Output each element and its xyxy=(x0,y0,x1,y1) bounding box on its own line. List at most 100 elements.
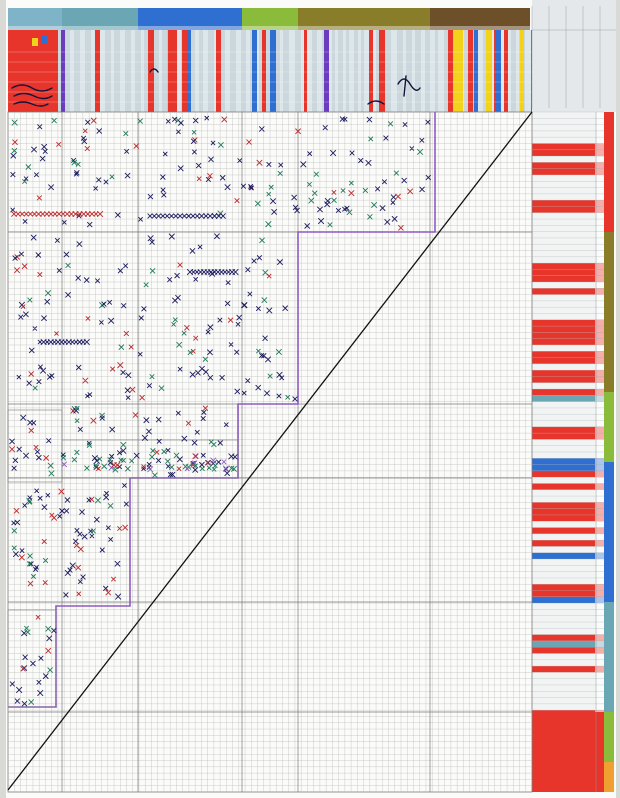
row-value-cell xyxy=(595,395,604,402)
header-column xyxy=(65,30,70,112)
row-value-cell xyxy=(595,584,604,591)
row-value-cell xyxy=(595,294,604,301)
row-label-cell xyxy=(532,546,604,553)
row-label-cell xyxy=(532,288,604,295)
header-column xyxy=(276,30,280,112)
header-highlight-column xyxy=(455,30,463,112)
row-label-cell xyxy=(532,458,604,465)
row-value-cell xyxy=(595,414,604,421)
row-value-cell xyxy=(595,124,604,131)
row-value-cell xyxy=(595,426,604,434)
header-highlight-column xyxy=(168,30,173,112)
row-label-cell xyxy=(532,603,604,610)
right-group-band xyxy=(604,392,614,462)
right-group-band xyxy=(604,232,614,392)
row-label-cell xyxy=(532,577,604,585)
row-value-cell xyxy=(595,181,604,188)
top-category-strip xyxy=(8,8,62,26)
header-column xyxy=(100,30,105,112)
row-value-cell xyxy=(595,269,604,276)
row-value-cell xyxy=(595,659,604,667)
header-column xyxy=(346,30,349,112)
header-column xyxy=(391,30,397,112)
header-column xyxy=(208,30,214,112)
row-label-cell xyxy=(532,168,604,175)
row-label-cell xyxy=(532,426,604,434)
header-small-square xyxy=(32,38,38,46)
header-highlight-column xyxy=(270,30,275,112)
row-label-cell xyxy=(532,433,604,440)
row-label-cell xyxy=(532,496,604,503)
row-label-cell xyxy=(532,559,604,566)
row-label-cell xyxy=(532,124,604,131)
row-label-cell xyxy=(532,420,604,427)
header-column xyxy=(162,30,167,112)
row-value-cell xyxy=(595,433,604,440)
header-column xyxy=(131,30,135,112)
row-label-cell xyxy=(532,452,604,459)
row-label-cell xyxy=(532,332,604,339)
header-column xyxy=(379,30,385,112)
row-label-cell xyxy=(532,319,604,327)
row-label-cell xyxy=(532,269,604,276)
row-label-cell xyxy=(532,294,604,301)
header-column xyxy=(58,30,61,112)
header-highlight-column xyxy=(216,30,221,112)
row-value-cell xyxy=(595,634,604,641)
row-value-cell xyxy=(595,288,604,295)
row-label-cell xyxy=(532,344,604,352)
header-highlight-column xyxy=(448,30,453,112)
row-value-cell xyxy=(595,596,604,604)
row-label-cell xyxy=(532,307,604,314)
header-column xyxy=(304,30,307,112)
header-column xyxy=(438,30,444,112)
top-category-strip xyxy=(62,8,138,26)
header-band xyxy=(8,30,532,112)
row-value-cell xyxy=(595,508,604,515)
row-label-cell xyxy=(532,395,604,402)
row-label-cell xyxy=(532,193,604,201)
row-value-cell xyxy=(595,666,604,673)
header-column xyxy=(361,30,364,112)
header-column xyxy=(425,30,430,112)
row-value-cell xyxy=(595,552,604,560)
row-label-cell xyxy=(532,370,604,377)
row-label-cell xyxy=(532,464,604,471)
row-label-cell xyxy=(532,162,604,169)
header-column xyxy=(74,30,80,112)
row-label-cell xyxy=(532,533,604,541)
row-value-cell xyxy=(595,351,604,358)
row-value-cell xyxy=(595,156,604,163)
row-value-cell xyxy=(595,382,604,390)
top-category-strip xyxy=(430,8,530,26)
header-highlight-column xyxy=(496,30,501,112)
header-column xyxy=(177,30,181,112)
row-label-cell xyxy=(532,300,604,308)
row-value-cell xyxy=(595,370,604,377)
row-label-cell xyxy=(532,250,604,257)
header-column xyxy=(159,30,162,112)
row-value-cell xyxy=(595,225,604,232)
row-value-cell xyxy=(595,445,604,452)
header-column xyxy=(364,30,369,112)
right-label-column xyxy=(531,0,616,792)
row-value-cell xyxy=(595,187,604,194)
row-value-cell xyxy=(595,344,604,352)
row-value-cell xyxy=(595,653,604,660)
row-value-cell xyxy=(595,137,604,144)
row-value-cell xyxy=(595,118,604,125)
row-value-cell xyxy=(595,577,604,585)
row-value-cell xyxy=(595,420,604,427)
header-column xyxy=(141,30,144,112)
row-label-cell xyxy=(532,502,604,509)
row-label-cell xyxy=(532,237,604,245)
row-label-cell xyxy=(532,206,604,213)
row-label-cell xyxy=(532,596,604,604)
matrix-photo xyxy=(6,0,616,798)
row-label-cell xyxy=(532,414,604,421)
header-column xyxy=(144,30,148,112)
header-column xyxy=(415,30,421,112)
row-label-cell xyxy=(532,156,604,163)
header-highlight-column xyxy=(486,30,492,112)
header-column xyxy=(191,30,195,112)
